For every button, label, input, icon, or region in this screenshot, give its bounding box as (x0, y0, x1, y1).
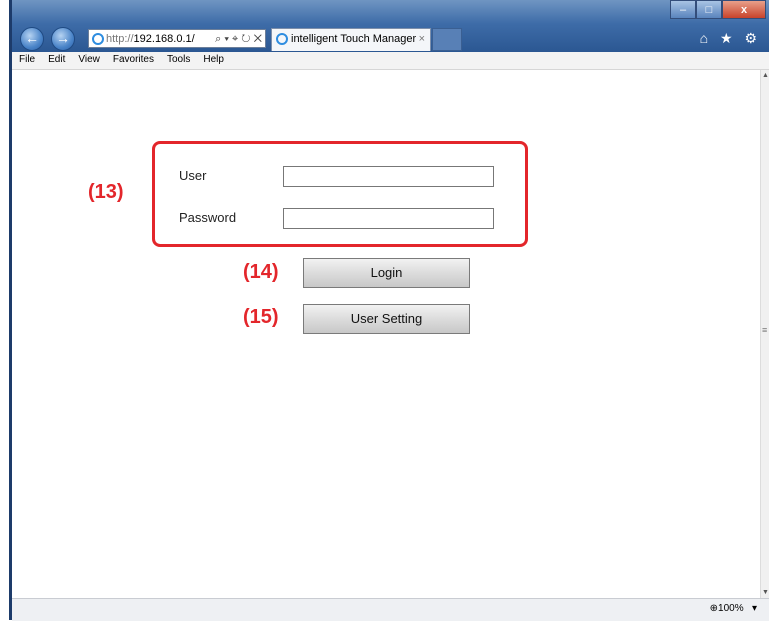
login-form-highlight (152, 141, 528, 247)
user-label: User (179, 168, 207, 183)
forward-button[interactable]: → (51, 27, 75, 51)
vertical-scrollbar[interactable]: ▲ ≡ ▼ (760, 70, 769, 598)
ie-icon (276, 33, 288, 46)
annotation-13: (13) (88, 181, 124, 203)
zoom-level: ⊕100% (709, 603, 744, 614)
minimize-button[interactable]: – (670, 0, 696, 19)
window-controls: – □ x (670, 0, 766, 19)
password-input[interactable] (283, 208, 494, 229)
address-bar[interactable]: http://192.168.0.1/ ⌕ ▾ ⌖ ↻ ✕ (88, 29, 266, 48)
menu-edit[interactable]: Edit (48, 54, 65, 65)
menu-favorites[interactable]: Favorites (113, 54, 154, 65)
menu-help[interactable]: Help (203, 54, 224, 65)
url-prefix: http:// (106, 33, 134, 45)
address-controls[interactable]: ⌕ ▾ ⌖ ↻ ✕ (215, 30, 262, 49)
tab-title: intelligent Touch Manager (291, 33, 417, 45)
zoom-control[interactable]: ⊕100% ▾ (710, 599, 757, 619)
scroll-down-icon[interactable]: ▼ (762, 589, 769, 596)
close-button[interactable]: x (722, 0, 766, 19)
user-setting-button[interactable]: User Setting (303, 304, 470, 334)
menu-file[interactable]: File (19, 54, 35, 65)
zoom-dropdown-icon[interactable]: ▾ (752, 603, 757, 614)
maximize-button[interactable]: □ (696, 0, 722, 19)
new-tab-button[interactable] (432, 28, 462, 51)
annotation-14: (14) (243, 261, 279, 283)
tab-intelligent-touch-manager[interactable]: intelligent Touch Manager × (271, 28, 431, 51)
menu-bar: File Edit View Favorites Tools Help (12, 52, 769, 70)
user-input[interactable] (283, 166, 494, 187)
annotation-15: (15) (243, 306, 279, 328)
ie-icon (92, 33, 104, 46)
menu-tools[interactable]: Tools (167, 54, 190, 65)
tab-close-icon[interactable]: × (419, 29, 425, 50)
login-button[interactable]: Login (303, 258, 470, 288)
back-button[interactable]: ← (20, 27, 44, 51)
browser-titlebar: ← → http://192.168.0.1/ ⌕ ▾ ⌖ ↻ ✕ intell… (12, 0, 769, 52)
menu-view[interactable]: View (78, 54, 100, 65)
status-bar: ⊕100% ▾ (12, 598, 769, 621)
password-label: Password (179, 210, 237, 225)
url-host: 192.168.0.1/ (133, 33, 195, 45)
scroll-grip-icon[interactable]: ≡ (762, 325, 767, 335)
home-favorites-tools-icons[interactable]: ⌂ ★ ⚙ (700, 30, 761, 47)
scroll-up-icon[interactable]: ▲ (762, 72, 769, 79)
